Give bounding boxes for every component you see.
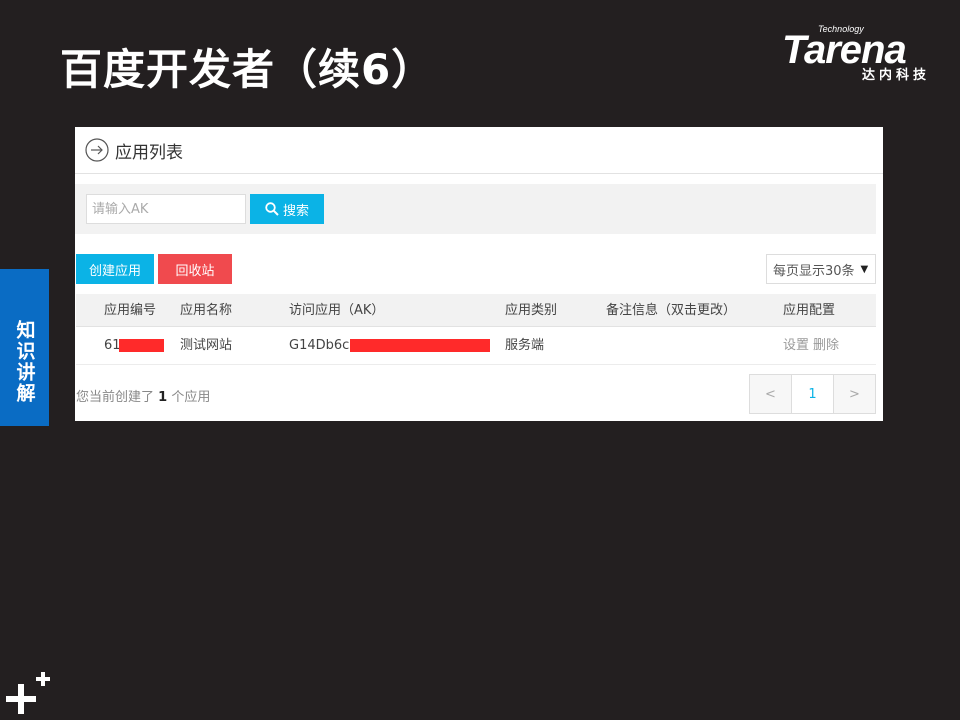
pagination-next-button[interactable]: >	[834, 375, 875, 413]
search-button-label: 搜索	[282, 203, 309, 219]
cell-app-category: 服务端	[505, 338, 545, 353]
page-size-value: 每页显示30条	[773, 263, 855, 279]
redaction-mark-id	[119, 339, 164, 352]
app-list-panel: 应用列表 搜索 创建应用 回收站 每页显示30条 ▼ 应用编号 应用名称 访问应…	[75, 127, 883, 421]
table-row: 61 测试网站 G14Db6c 服务端 设置 删除	[76, 327, 876, 365]
page-size-select[interactable]: 每页显示30条 ▼	[766, 254, 876, 284]
create-app-button[interactable]: 创建应用	[76, 254, 154, 284]
app-count-value: 1	[158, 390, 168, 405]
column-header-name: 应用名称	[180, 303, 233, 318]
circle-arrow-right-icon	[85, 138, 109, 162]
column-header-settings: 应用配置	[783, 303, 836, 318]
column-header-note: 备注信息（双击更改）	[606, 303, 737, 318]
tarena-logo: Technology Tarena 达内科技	[782, 24, 947, 84]
search-bar: 搜索	[75, 184, 876, 234]
delete-link[interactable]: 删除	[813, 327, 839, 365]
column-header-ak: 访问应用（AK）	[289, 303, 385, 318]
panel-header: 应用列表	[75, 127, 883, 174]
search-button[interactable]: 搜索	[250, 194, 324, 224]
side-tab-knowledge: 知识讲解	[0, 269, 49, 426]
app-count-prefix: 您当前创建了	[76, 390, 155, 405]
recycle-bin-button[interactable]: 回收站	[158, 254, 232, 284]
column-header-id: 应用编号	[104, 303, 157, 318]
app-count-text: 您当前创建了 1 个应用	[76, 386, 210, 405]
search-icon	[265, 202, 279, 216]
redaction-mark-ak	[350, 339, 490, 352]
table-header: 应用编号 应用名称 访问应用（AK） 应用类别 备注信息（双击更改） 应用配置	[76, 294, 876, 327]
cell-app-ak: G14Db6c	[289, 338, 350, 353]
caret-down-icon: ▼	[860, 263, 869, 275]
panel-title: 应用列表	[115, 142, 183, 163]
logo-subtitle: 达内科技	[862, 68, 931, 83]
settings-link[interactable]: 设置	[783, 327, 809, 365]
slide-title: 百度开发者（续6）	[60, 45, 435, 94]
pagination: < 1 >	[749, 374, 876, 414]
column-header-category: 应用类别	[505, 303, 558, 318]
pagination-prev-button[interactable]: <	[750, 375, 792, 413]
app-count-suffix: 个应用	[171, 390, 211, 405]
cell-app-name: 测试网站	[180, 338, 233, 353]
plus-decoration-icon	[6, 672, 50, 714]
ak-search-input[interactable]	[86, 194, 246, 224]
pagination-page-1[interactable]: 1	[792, 375, 834, 413]
